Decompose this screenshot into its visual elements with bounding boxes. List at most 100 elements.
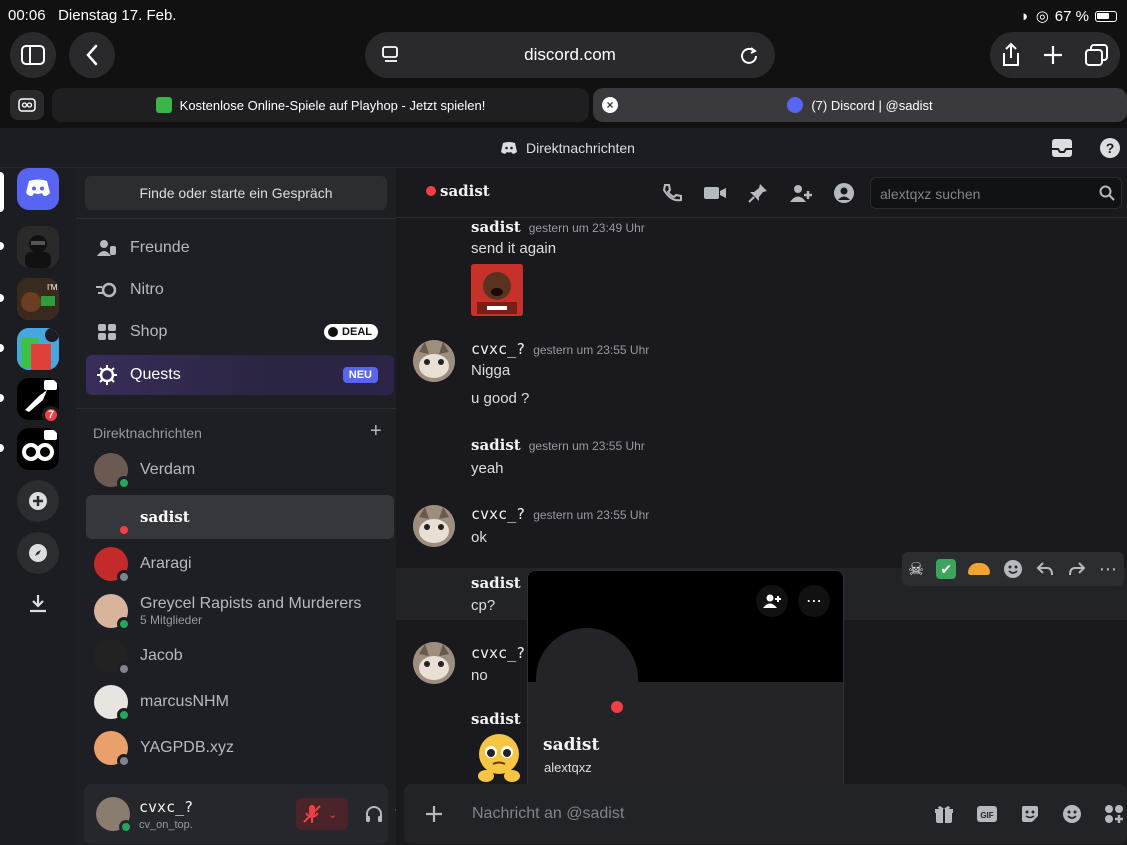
message-author[interactable]: sadist (471, 574, 521, 592)
create-dm-plus-icon[interactable]: + (370, 421, 382, 441)
download-button[interactable] (17, 582, 59, 624)
message-author[interactable]: cvxc_? (471, 644, 525, 662)
message-author[interactable]: cvxc_? (471, 505, 525, 523)
video-call-icon[interactable] (703, 182, 727, 204)
mute-button[interactable]: ⌄ (296, 798, 348, 830)
reload-icon[interactable] (739, 45, 759, 65)
add-friend-button[interactable] (756, 585, 788, 617)
dm-item-yagpdb[interactable]: YAGPDB.xyz (86, 726, 394, 770)
user-status-text: cv_on_top. (139, 819, 193, 831)
browser-toolbar: discord.com Kostenlose Online-Spiele auf… (0, 30, 1127, 128)
pin-icon[interactable] (747, 182, 769, 204)
more-options-icon[interactable]: ⋯ (1099, 559, 1118, 580)
profile-avatar-ring (536, 628, 638, 730)
help-icon[interactable]: ? (1100, 138, 1120, 158)
cat-avatar-icon (413, 505, 455, 547)
server-icon-1[interactable] (17, 226, 59, 268)
gift-icon[interactable] (934, 804, 954, 824)
share-icon[interactable] (1000, 42, 1022, 68)
voice-call-icon[interactable] (661, 182, 683, 204)
tabs-overview-icon[interactable] (1084, 43, 1110, 67)
dm-section-header: Direktnachrichten (93, 425, 202, 441)
page-title: Direktnachrichten (526, 140, 635, 156)
inbox-icon[interactable] (1051, 138, 1073, 158)
message-action-bar: ☠ ✔ ⋯ (902, 552, 1124, 586)
close-tab-icon[interactable]: × (602, 97, 618, 113)
gif-icon[interactable]: GIF (976, 805, 998, 823)
chevron-down-icon[interactable]: ⌄ (328, 808, 337, 821)
ellipsis-icon: ⋯ (806, 593, 822, 610)
playhop-favicon-icon (155, 97, 172, 113)
nav-nitro[interactable]: Nitro (86, 270, 394, 310)
svg-text:I'M IN: I'M IN (47, 283, 59, 292)
nav-quests[interactable]: Quests NEU (86, 355, 394, 395)
plus-circle-icon (29, 492, 47, 510)
back-button[interactable] (69, 32, 115, 78)
avatar[interactable] (413, 340, 455, 382)
sticker-image[interactable] (474, 732, 524, 784)
server-icon-2[interactable]: I'M IN (17, 278, 59, 320)
discord-title-bar: Direktnachrichten ? (0, 128, 1127, 168)
dm-item-verdam[interactable]: Verdam (86, 448, 394, 492)
chat-header: sadist alextqxz suchen (396, 168, 1127, 218)
nav-shop[interactable]: Shop DEAL (86, 312, 394, 352)
home-button[interactable] (17, 168, 59, 210)
avatar[interactable] (413, 505, 455, 547)
address-bar[interactable]: discord.com (365, 32, 775, 78)
message-text: no (471, 667, 488, 684)
dm-item-sadist[interactable]: sadist (86, 495, 394, 539)
message-text: cp? (471, 597, 496, 614)
server-icon-5[interactable] (17, 428, 59, 470)
sidebar-toggle-button[interactable] (10, 32, 56, 78)
friends-icon (96, 237, 118, 259)
dm-item-araragi[interactable]: Araragi (86, 542, 394, 586)
tab-discord[interactable]: × (7) Discord | @sadist (593, 88, 1127, 122)
tab-playhop[interactable]: Kostenlose Online-Spiele auf Playhop - J… (52, 88, 589, 122)
message-author[interactable]: sadist (471, 436, 521, 454)
search-conversation-button[interactable]: Finde oder starte ein Gespräch (85, 176, 387, 210)
quests-icon (96, 364, 118, 386)
dm-item-jacob[interactable]: Jacob (86, 634, 394, 678)
upload-plus-icon[interactable] (424, 804, 444, 824)
add-server-button[interactable] (17, 480, 59, 522)
dm-item-group[interactable]: Greycel Rapists and Murderers 5 Mitglied… (86, 589, 394, 633)
avatar[interactable] (96, 797, 133, 834)
add-reaction-icon[interactable] (1003, 559, 1023, 579)
headphones-icon[interactable] (364, 804, 384, 824)
search-placeholder: alextqxz suchen (880, 186, 981, 202)
server-icon-3[interactable] (17, 328, 59, 370)
message-image[interactable] (471, 264, 523, 316)
check-reaction-icon[interactable]: ✔ (936, 559, 957, 579)
search-icon (1099, 185, 1115, 201)
status-offline-icon (117, 662, 131, 676)
battery-percent: 67 % (1054, 7, 1089, 25)
new-tab-icon[interactable] (1042, 44, 1064, 66)
nav-friends[interactable]: Freunde (86, 228, 394, 268)
mention-badge: 7 (42, 406, 60, 424)
more-options-button[interactable]: ⋯ (798, 585, 830, 617)
tab-group-button[interactable] (10, 90, 44, 120)
status-dnd-icon (608, 698, 626, 716)
download-icon (30, 595, 46, 613)
message-author[interactable]: sadist (471, 218, 521, 236)
message-input[interactable]: Nachricht an @sadist (472, 805, 624, 823)
sticker-icon[interactable] (1020, 804, 1040, 824)
forward-icon[interactable] (1067, 559, 1087, 579)
message-author[interactable]: sadist (471, 710, 521, 728)
user-profile-icon[interactable] (833, 182, 855, 204)
apps-icon[interactable] (1104, 804, 1124, 824)
nitro-icon (96, 279, 118, 301)
dm-item-marcusnhm[interactable]: marcusNHM (86, 680, 394, 724)
add-friends-to-dm-icon[interactable] (789, 182, 813, 204)
avatar[interactable] (413, 642, 455, 684)
taco-reaction-icon[interactable] (968, 563, 991, 575)
message-composer: Nachricht an @sadist GIF (404, 784, 1127, 844)
discover-button[interactable] (17, 532, 59, 574)
message-author[interactable]: cvxc_? (471, 340, 525, 358)
deal-badge: DEAL (324, 324, 378, 340)
dm-name: sadist (140, 508, 190, 526)
skull-reaction-icon[interactable]: ☠ (908, 559, 924, 580)
search-input[interactable]: alextqxz suchen (870, 177, 1122, 209)
emoji-icon[interactable] (1062, 804, 1082, 824)
reply-icon[interactable] (1035, 559, 1055, 579)
